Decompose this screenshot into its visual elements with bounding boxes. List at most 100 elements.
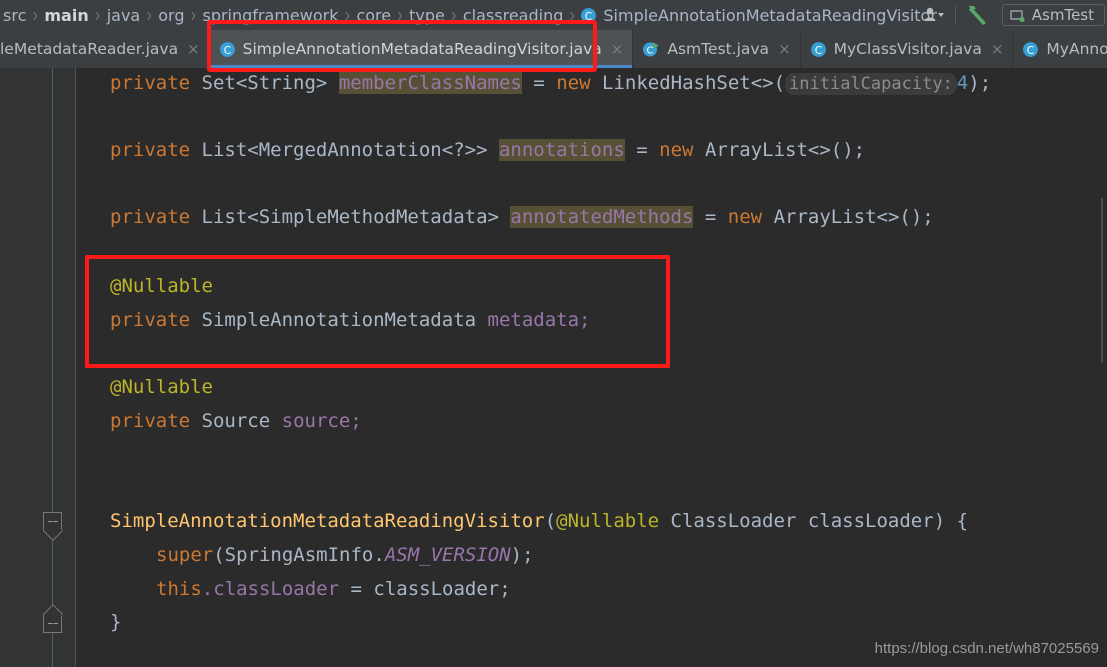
breadcrumb-item-springframework[interactable]: springframework: [201, 6, 339, 25]
keyword-new: new: [659, 139, 694, 161]
svg-text:C: C: [585, 9, 592, 22]
tab-close-icon[interactable]: ×: [778, 41, 791, 57]
open-paren: (: [213, 544, 225, 566]
code-content[interactable]: private Set<String> memberClassNames = n…: [0, 68, 1107, 667]
breadcrumb-separator: ›: [569, 2, 576, 28]
tab-simple-annotation-metadata-reading-visitor[interactable]: C SimpleAnnotationMetadataReadingVisitor…: [209, 30, 634, 68]
type-array-list: ArrayList<>();: [773, 206, 934, 228]
breadcrumb-separator: ›: [190, 2, 197, 28]
type-list-simple-method-metadata: List<SimpleMethodMetadata>: [201, 206, 499, 228]
type-array-list: ArrayList<>();: [704, 139, 866, 161]
toolbar-divider: [954, 6, 956, 24]
svg-text:C: C: [1027, 43, 1034, 56]
operator-assign: =: [636, 139, 648, 161]
code-line-super-call: super(SpringAsmInfo.ASM_VERSION);: [156, 539, 534, 573]
breadcrumb-item-class[interactable]: C SimpleAnnotationMetadataReadingVisitor: [580, 6, 938, 25]
keyword-private: private: [110, 139, 191, 161]
breadcrumb-item-java[interactable]: java: [106, 6, 142, 25]
field-annotations: annotations: [498, 139, 625, 161]
line-tail: );: [510, 544, 534, 566]
java-class-icon: C: [810, 41, 826, 57]
user-avatar-icon[interactable]: [923, 5, 945, 25]
type-simple-annotation-metadata: SimpleAnnotationMetadata: [201, 309, 477, 331]
breadcrumb-separator: ›: [94, 2, 101, 28]
tab-label: AsmTest.java: [667, 40, 770, 58]
code-line-annotated-methods: private List<SimpleMethodMetadata> annot…: [110, 201, 934, 235]
run-configuration-icon: [1009, 9, 1025, 22]
build-hammer-icon[interactable]: [966, 3, 992, 27]
tab-my-class-visitor[interactable]: C MyClassVisitor.java ×: [801, 30, 1014, 68]
annotation-nullable: @Nullable: [110, 376, 213, 398]
java-class-icon: C: [1023, 41, 1039, 57]
editor-tab-bar: leMetadataReader.java × C SimpleAnnotati…: [0, 30, 1107, 68]
code-line-nullable-source-annotation: @Nullable: [110, 371, 213, 405]
type-spring-asm-info: SpringAsmInfo.: [224, 544, 385, 566]
breadcrumb-item-classreading[interactable]: classreading: [462, 6, 565, 25]
field-annotated-methods: annotatedMethods: [510, 206, 694, 228]
line-tail: );: [968, 72, 992, 94]
tab-label: leMetadataReader.java: [0, 40, 179, 58]
breadcrumb-item-org[interactable]: org: [157, 6, 185, 25]
breadcrumb-item-src[interactable]: src: [2, 6, 27, 25]
open-paren: (: [544, 510, 557, 532]
breadcrumb-separator: ›: [397, 2, 404, 28]
tab-close-icon[interactable]: ×: [991, 41, 1004, 57]
closing-brace: }: [110, 611, 122, 633]
keyword-new: new: [556, 72, 591, 94]
keyword-this: this: [156, 578, 202, 600]
breadcrumb-bar: src › main › java › org › springframewor…: [0, 0, 1107, 30]
signature-tail: ) {: [933, 510, 969, 532]
breadcrumb-separator: ›: [32, 2, 39, 28]
field-class-loader: .classLoader: [201, 578, 340, 600]
keyword-new: new: [727, 206, 763, 228]
tab-asm-test[interactable]: C AsmTest.java ×: [633, 30, 801, 68]
code-line-annotations: private List<MergedAnnotation<?>> annota…: [110, 134, 865, 168]
inlay-hint-initial-capacity: initialCapacity:: [785, 73, 957, 95]
keyword-private: private: [110, 410, 191, 432]
svg-text:C: C: [814, 43, 821, 56]
type-list-merged-annotation: List<MergedAnnotation<?>>: [201, 139, 488, 161]
tab-label: MyClassVisitor.java: [833, 40, 982, 58]
literal-four: 4: [956, 72, 969, 94]
annotation-nullable: @Nullable: [110, 275, 213, 297]
keyword-private: private: [110, 72, 191, 94]
type-set-string: Set<String>: [201, 72, 328, 94]
toolbar-right: AsmTest: [923, 0, 1107, 30]
keyword-super: super: [156, 544, 214, 566]
breadcrumb-item-core[interactable]: core: [355, 6, 392, 25]
breadcrumb-separator: ›: [450, 2, 457, 28]
param-class-loader: classLoader: [807, 510, 934, 532]
tab-simple-metadata-reader[interactable]: leMetadataReader.java ×: [0, 30, 210, 68]
tab-close-icon[interactable]: ×: [611, 41, 624, 57]
breadcrumb-item-main[interactable]: main: [43, 6, 89, 25]
tab-label: SimpleAnnotationMetadataReadingVisitor.j…: [242, 40, 602, 58]
code-line-metadata-field: private SimpleAnnotationMetadata metadat…: [110, 304, 590, 338]
breadcrumb-class-label: SimpleAnnotationMetadataReadingVisitor: [603, 5, 937, 25]
chevron-down-icon: [937, 13, 944, 17]
code-line-closing-brace: }: [110, 606, 121, 640]
code-line-member-class-names: private Set<String> memberClassNames = n…: [110, 68, 991, 101]
code-line-constructor-signature: SimpleAnnotationMetadataReadingVisitor(@…: [110, 505, 968, 539]
field-source: source;: [281, 410, 362, 432]
svg-text:C: C: [647, 45, 654, 56]
svg-text:C: C: [223, 43, 230, 56]
field-metadata: metadata;: [487, 309, 591, 331]
annotation-nullable: @Nullable: [556, 510, 660, 532]
java-runnable-class-icon: C: [643, 42, 660, 56]
tab-my-annotation-visitor[interactable]: C MyAnnotationV: [1013, 30, 1107, 68]
constructor-name: SimpleAnnotationMetadataReadingVisitor: [110, 510, 545, 532]
operator-assign: =: [704, 206, 717, 228]
type-linked-hash-set: LinkedHashSet<>(: [602, 72, 786, 94]
tab-label: MyAnnotationV: [1046, 40, 1107, 58]
watermark-url: https://blog.csdn.net/wh87025569: [874, 640, 1099, 657]
run-configuration-label: AsmTest: [1031, 6, 1094, 24]
run-configuration-selector[interactable]: AsmTest: [1001, 4, 1105, 26]
breadcrumb-item-type[interactable]: type: [408, 6, 446, 25]
code-editor[interactable]: private Set<String> memberClassNames = n…: [0, 68, 1107, 667]
keyword-private: private: [110, 309, 191, 331]
field-member-class-names: memberClassNames: [338, 72, 522, 94]
breadcrumb-separator: ›: [146, 2, 153, 28]
code-line-nullable-metadata-annotation: @Nullable: [110, 270, 213, 304]
tab-close-icon[interactable]: ×: [187, 41, 200, 57]
operator-assign: =: [533, 72, 545, 94]
